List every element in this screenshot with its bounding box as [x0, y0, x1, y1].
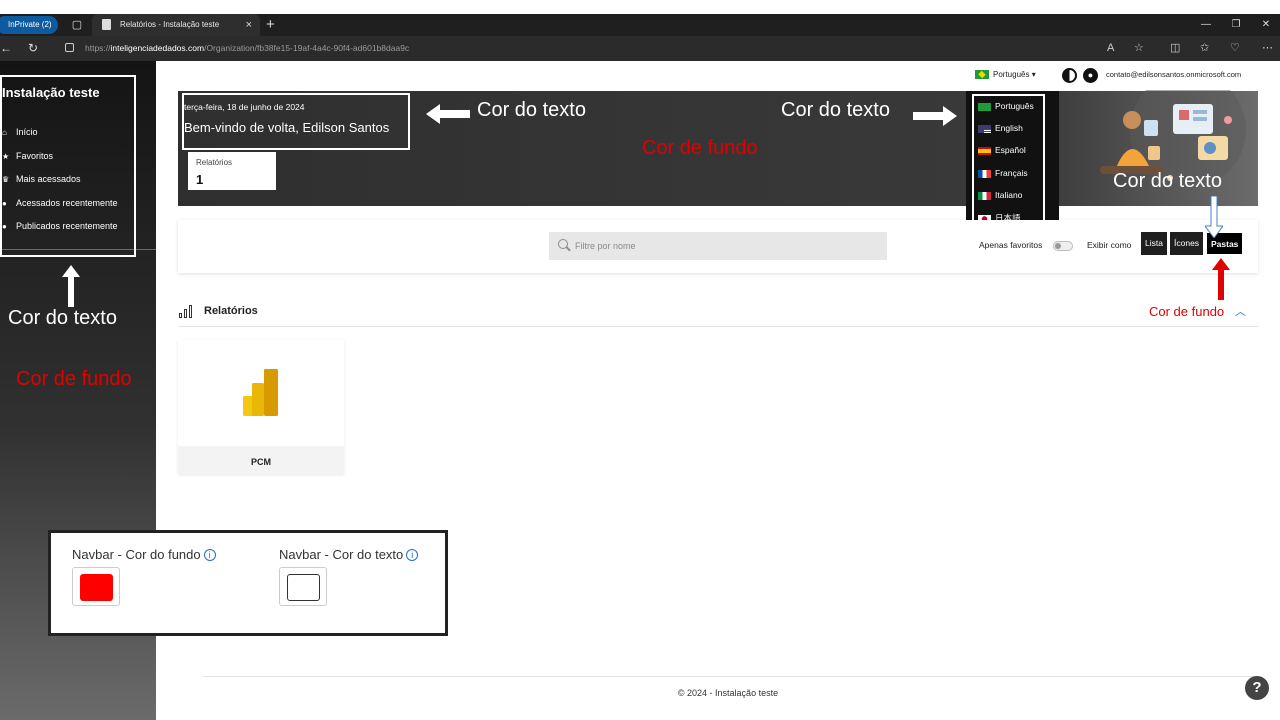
arrow-up-annotation — [62, 265, 80, 307]
new-tab-icon[interactable]: + — [266, 14, 275, 36]
navbar-text-label: Navbar - Cor do texto i — [279, 547, 419, 562]
search-icon — [558, 239, 568, 249]
welcome-text-color-annotation: Cor do texto — [477, 99, 586, 121]
reports-count-value: 1 — [196, 172, 204, 187]
user-icon[interactable]: ● — [1083, 68, 1098, 83]
flag-it-icon — [978, 191, 991, 200]
report-tile-name: PCM — [251, 457, 271, 467]
sidebar-bg-color-annotation: Cor de fundo — [16, 368, 132, 390]
favorites-icon[interactable]: ✩ — [1200, 36, 1209, 61]
flag-us-icon — [978, 124, 991, 133]
tab-actions-icon[interactable]: ▢ — [70, 18, 84, 32]
navbar-bg-color-swatch — [80, 574, 113, 601]
view-as-label: Exibir como — [1087, 240, 1132, 250]
refresh-icon[interactable]: ↻ — [28, 36, 38, 61]
close-tab-icon[interactable]: × — [246, 14, 252, 36]
language-option-es[interactable]: Español — [978, 145, 1026, 155]
info-icon[interactable]: i — [406, 549, 419, 561]
reports-count-label: Relatórios — [196, 158, 233, 167]
welcome-message: Bem-vindo de volta, Edilson Santos — [184, 120, 390, 135]
language-annotation-box — [972, 94, 1045, 227]
search-box[interactable] — [549, 232, 887, 260]
page-icon — [102, 19, 111, 30]
favorite-star-icon[interactable]: ☆ — [1134, 36, 1144, 61]
favorites-only-toggle[interactable] — [1053, 241, 1073, 251]
navbar-bg-color-picker[interactable] — [72, 567, 120, 606]
power-bi-icon — [243, 369, 278, 416]
language-selector[interactable]: Português ▾ — [975, 70, 1036, 80]
close-window-icon[interactable]: ✕ — [1256, 14, 1276, 36]
footer-divider — [203, 676, 1258, 677]
navbar-color-settings: Navbar - Cor do fundo i Navbar - Cor do t… — [48, 530, 448, 636]
arrow-left-annotation — [426, 104, 470, 124]
url-field[interactable]: https://inteligenciadedados.com/Organiza… — [85, 36, 409, 61]
more-icon[interactable]: ⋯ — [1262, 36, 1273, 61]
help-button[interactable]: ? — [1245, 676, 1269, 700]
language-option-fr[interactable]: Français — [978, 168, 1028, 178]
back-icon[interactable]: ← — [0, 36, 12, 61]
info-icon[interactable]: i — [203, 549, 216, 561]
language-text-color-annotation: Cor do texto — [781, 99, 890, 121]
flag-es-icon — [978, 146, 991, 155]
read-aloud-icon[interactable]: A — [1107, 36, 1114, 61]
language-option-it[interactable]: Italiano — [978, 190, 1022, 200]
minimize-icon[interactable]: — — [1196, 14, 1216, 36]
illustration-text-color-annotation: Cor do texto — [1113, 170, 1222, 192]
footer-text: © 2024 - Instalação teste — [677, 688, 779, 698]
reports-count-card[interactable]: Relatórios 1 — [188, 152, 276, 190]
section-title[interactable]: Relatórios — [204, 305, 258, 317]
browser-tab[interactable]: Relatórios - Instalação teste × — [92, 14, 260, 36]
section-bg-color-annotation: Cor de fundo — [1149, 304, 1225, 319]
split-screen-icon[interactable]: ◫ — [1170, 36, 1180, 61]
bar-chart-icon — [179, 305, 194, 318]
flag-br-icon — [978, 102, 991, 111]
arrow-right-annotation — [913, 106, 957, 126]
section-divider — [178, 326, 1258, 327]
flag-fr-icon — [978, 169, 991, 178]
browser-tab-bar: InPrivate (2) ▢ Relatórios - Instalação … — [0, 14, 1280, 36]
lock-icon[interactable] — [65, 43, 74, 52]
sidebar-annotation-box — [0, 75, 136, 257]
view-icons-button[interactable]: Ícones — [1170, 232, 1204, 255]
filter-toolbar: Apenas favoritos Exibir como Lista Ícone… — [178, 220, 1258, 273]
language-option-en[interactable]: English — [978, 123, 1023, 133]
favorites-only-label: Apenas favoritos — [979, 240, 1043, 250]
navbar-text-color-picker[interactable] — [279, 567, 327, 606]
restore-icon[interactable]: ❐ — [1226, 14, 1246, 36]
inprivate-badge[interactable]: InPrivate (2) — [0, 16, 58, 34]
navbar-bg-label: Navbar - Cor do fundo i — [72, 547, 216, 562]
language-dropdown: Português English Español Français Itali… — [966, 91, 1059, 234]
browser-essentials-icon[interactable]: ♡ — [1230, 36, 1240, 61]
arrow-down-annotation — [1205, 196, 1223, 238]
flag-br-icon — [975, 70, 989, 80]
navbar-text-color-swatch — [287, 574, 320, 601]
arrow-up-red-annotation — [1212, 258, 1230, 300]
sidebar-text-color-annotation: Cor do texto — [8, 307, 117, 329]
welcome-date: terça-feira, 18 de junho de 2024 — [184, 102, 305, 112]
tab-title: Relatórios - Instalação teste — [120, 20, 220, 29]
chevron-up-icon[interactable]: ︿ — [1235, 303, 1246, 319]
search-input[interactable] — [575, 232, 875, 260]
language-option-pt[interactable]: Português — [978, 101, 1034, 111]
user-email[interactable]: contato@edilsonsantos.onmicrosoft.com — [1106, 70, 1241, 79]
view-list-button[interactable]: Lista — [1141, 232, 1167, 255]
banner-bg-color-annotation: Cor de fundo — [642, 137, 758, 159]
report-tile[interactable]: PCM — [178, 340, 344, 474]
contrast-icon[interactable] — [1062, 68, 1077, 83]
address-bar: ← ↻ https://inteligenciadedados.com/Orga… — [0, 36, 1280, 61]
